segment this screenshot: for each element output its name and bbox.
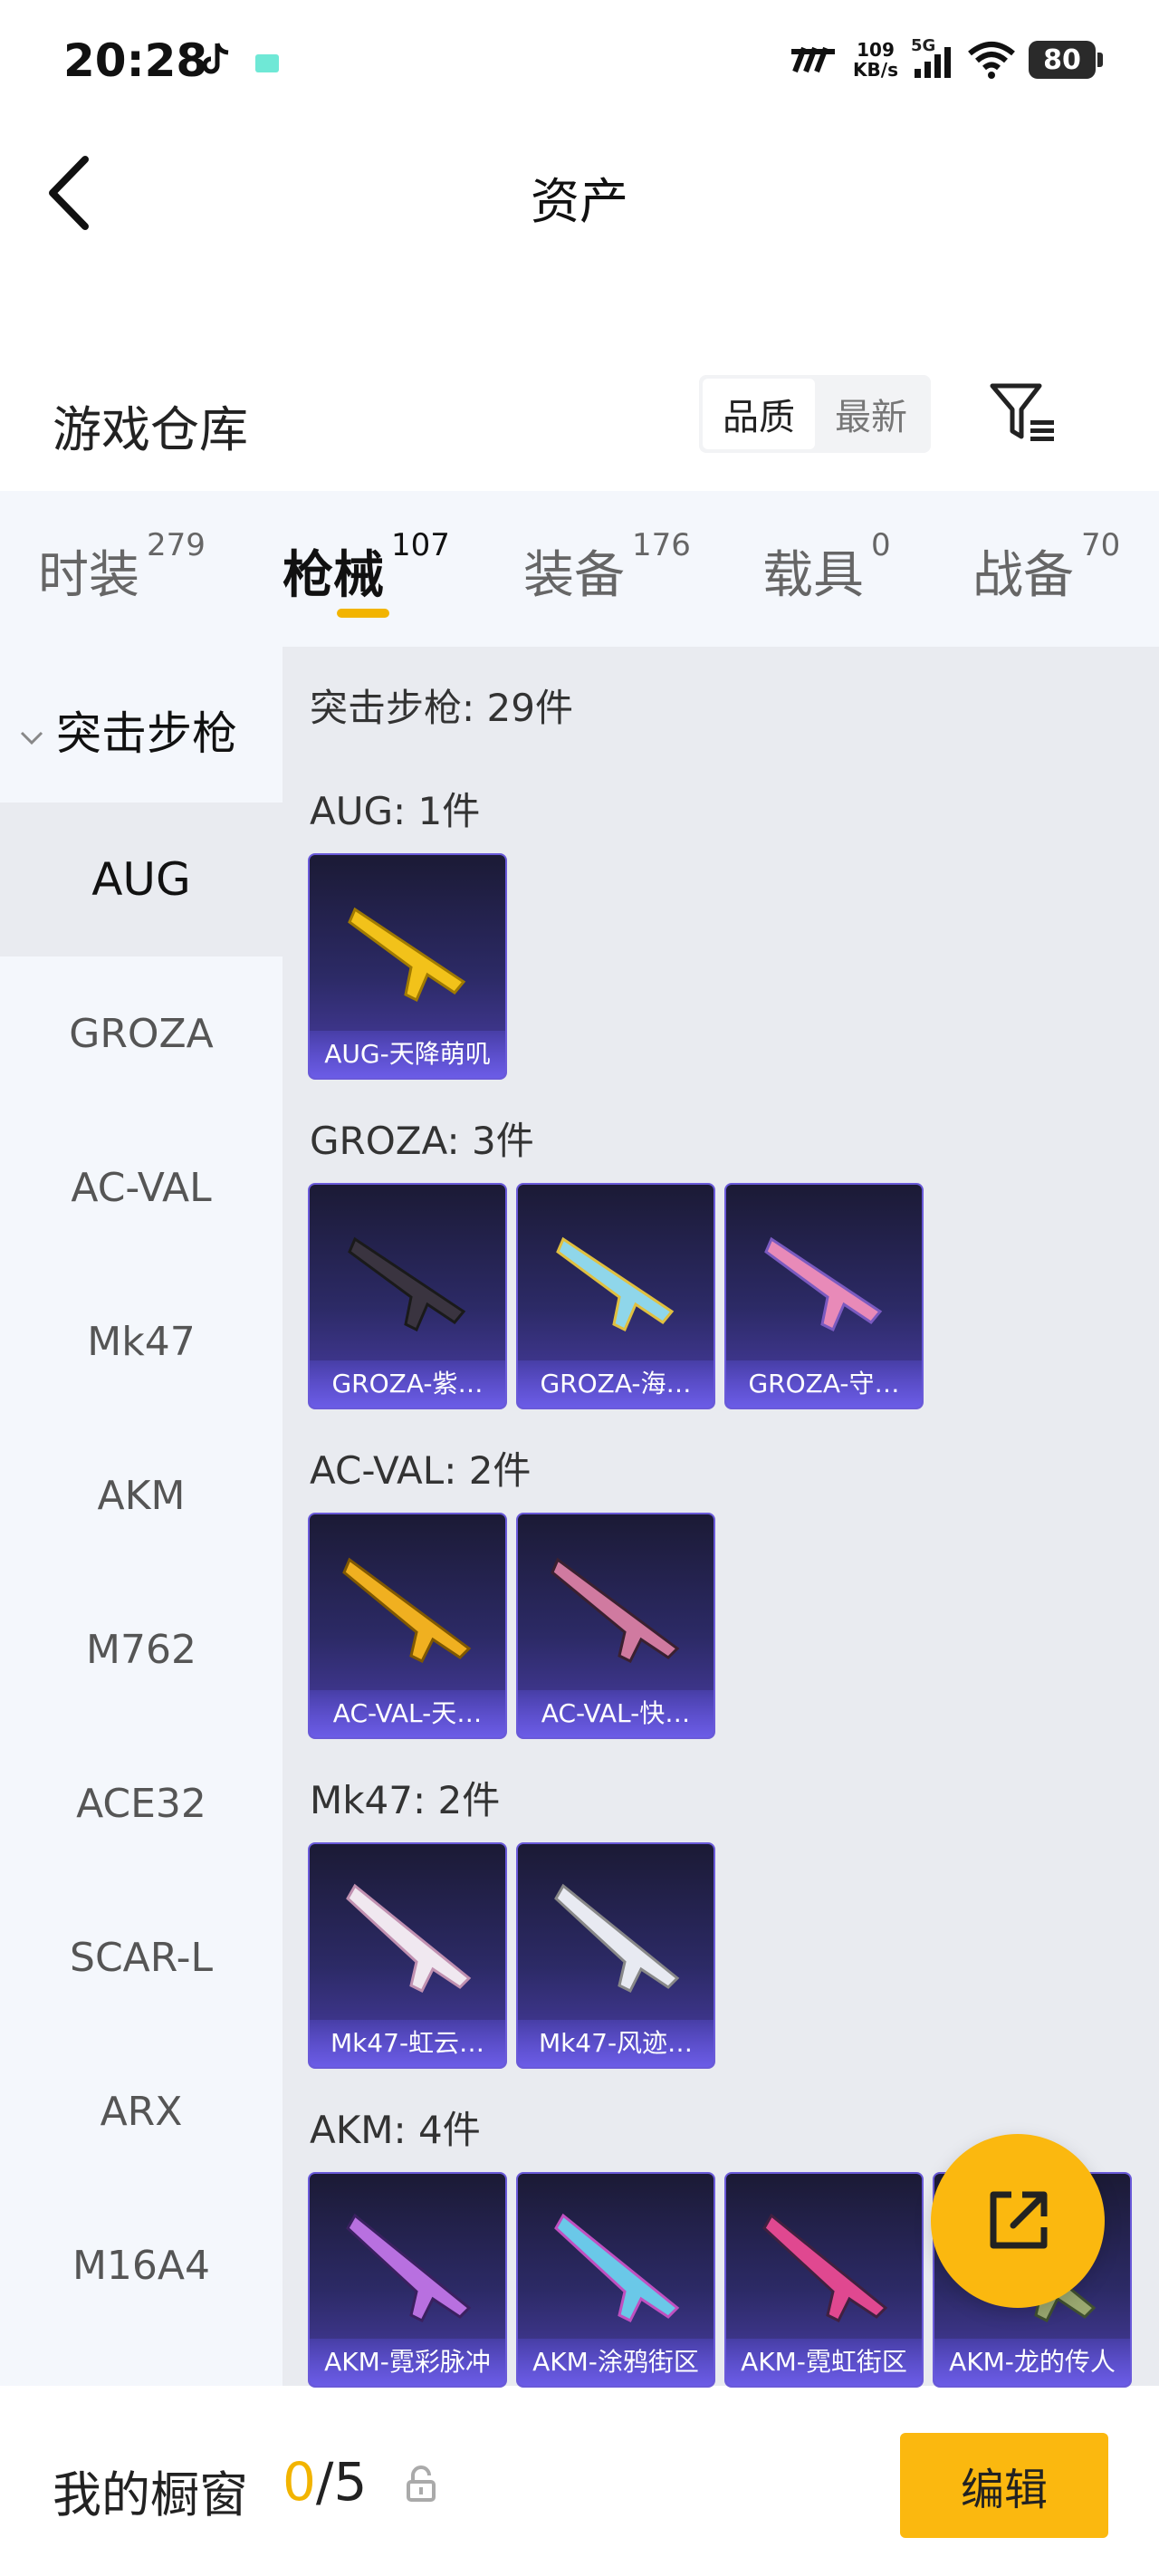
weapon-image	[346, 1883, 472, 1994]
weapon-card-label: AKM-霓虹街区	[726, 2339, 922, 2386]
weapon-card[interactable]: AKM-霓彩脉冲	[308, 2172, 507, 2388]
weapon-card[interactable]: AKM-涂鸦街区	[516, 2172, 715, 2388]
tab-equipment[interactable]: 装备176	[523, 527, 691, 608]
sort-latest-button[interactable]: 最新	[815, 379, 927, 449]
weapon-image	[554, 1883, 680, 1994]
page-title: 资产	[531, 173, 628, 230]
tiktok-icon	[202, 43, 229, 74]
tab-fashion[interactable]: 时装279	[38, 527, 206, 608]
weapon-card-label: AC-VAL-天…	[310, 1690, 505, 1737]
filter-icon[interactable]	[989, 380, 1058, 444]
weapon-card[interactable]: AKM-霓虹街区	[724, 2172, 924, 2388]
section-title: AUG: 1件	[310, 789, 481, 833]
weapon-image	[556, 1236, 675, 1332]
showcase-count: 0/5	[283, 2451, 368, 2513]
category-total: 突击步枪: 29件	[310, 686, 573, 730]
weapon-image	[554, 2213, 680, 2323]
weapon-card-label: AUG-天降萌叽	[310, 1031, 505, 1078]
sidebar-group-assault-rifles[interactable]: 突击步枪	[18, 697, 237, 763]
weapon-card-label: Mk47-风迹…	[518, 2020, 714, 2067]
share-button[interactable]	[931, 2134, 1105, 2308]
weapon-card-label: GROZA-守…	[726, 1360, 922, 1408]
sidebar-item-m16a4[interactable]: M16A4	[0, 2188, 283, 2342]
section-title: AKM: 4件	[310, 2108, 481, 2152]
weapon-card[interactable]: Mk47-风迹…	[516, 1842, 715, 2069]
weapon-card-label: AC-VAL-快…	[518, 1690, 714, 1737]
weapon-card-label: GROZA-海…	[518, 1360, 714, 1408]
sidebar-item-ace32[interactable]: ACE32	[0, 1726, 283, 1880]
weapon-image	[346, 2213, 472, 2323]
signal-icon: 5G	[911, 36, 954, 80]
warehouse-title: 游戏仓库	[53, 401, 248, 458]
section-title: AC-VAL: 2件	[310, 1448, 532, 1493]
weapon-card[interactable]: GROZA-海…	[516, 1183, 715, 1409]
section-title: GROZA: 3件	[310, 1119, 534, 1163]
tab-firearms[interactable]: 枪械107	[283, 527, 450, 608]
sort-toggle: 品质 最新	[699, 375, 931, 453]
weapon-card-label: AKM-涂鸦街区	[518, 2339, 714, 2386]
weapon-image	[342, 1557, 472, 1664]
sidebar-item-arx[interactable]: ARX	[0, 2034, 283, 2188]
status-bar: 20:28 109 KB/s 5G 80	[0, 0, 1159, 127]
weapon-image	[551, 1557, 680, 1664]
weapon-card[interactable]: GROZA-守…	[724, 1183, 924, 1409]
weapon-card[interactable]: GROZA-紫…	[308, 1183, 507, 1409]
battery-indicator: 80	[1029, 41, 1103, 79]
sidebar-item-scar-l[interactable]: SCAR-L	[0, 1880, 283, 2034]
weapon-card-label: AKM-龙的传人	[934, 2339, 1130, 2386]
weapon-card-label: Mk47-虹云…	[310, 2020, 505, 2067]
sort-quality-button[interactable]: 品质	[703, 379, 815, 449]
weapon-image	[764, 1236, 883, 1332]
carrier-logo-icon	[791, 46, 836, 73]
lock-icon	[407, 2465, 436, 2502]
tab-supplies[interactable]: 战备70	[972, 527, 1120, 608]
sidebar-item-m762[interactable]: M762	[0, 1572, 283, 1726]
weapon-image	[762, 2213, 888, 2323]
status-time: 20:28	[63, 34, 208, 87]
sidebar-item-groza[interactable]: GROZA	[0, 956, 283, 1110]
sidebar-item-mk47[interactable]: Mk47	[0, 1264, 283, 1418]
tab-vehicles[interactable]: 载具0	[762, 527, 891, 608]
weapon-image	[348, 1236, 466, 1332]
wifi-icon	[968, 42, 1015, 79]
share-icon	[990, 2191, 1048, 2249]
sidebar-item-aug[interactable]: AUG	[0, 803, 283, 956]
weapon-image	[348, 907, 466, 1003]
weapon-card-label: GROZA-紫…	[310, 1360, 505, 1408]
active-tab-indicator	[337, 609, 389, 618]
showcase-label: 我的橱窗	[53, 2466, 248, 2523]
weapon-card[interactable]: Mk47-虹云…	[308, 1842, 507, 2069]
weapon-card[interactable]: AC-VAL-快…	[516, 1513, 715, 1739]
section-title: Mk47: 2件	[310, 1778, 501, 1822]
chevron-down-icon	[20, 731, 43, 745]
app-notification-icon	[255, 54, 279, 72]
sidebar-item-ac-val[interactable]: AC-VAL	[0, 1110, 283, 1264]
weapon-card[interactable]: AUG-天降萌叽	[308, 853, 507, 1080]
weapon-card[interactable]: AC-VAL-天…	[308, 1513, 507, 1739]
sidebar-item-akm[interactable]: AKM	[0, 1418, 283, 1572]
weapon-card-label: AKM-霓彩脉冲	[310, 2339, 505, 2386]
edit-button[interactable]: 编辑	[900, 2433, 1108, 2538]
network-speed: 109 KB/s	[853, 39, 898, 81]
